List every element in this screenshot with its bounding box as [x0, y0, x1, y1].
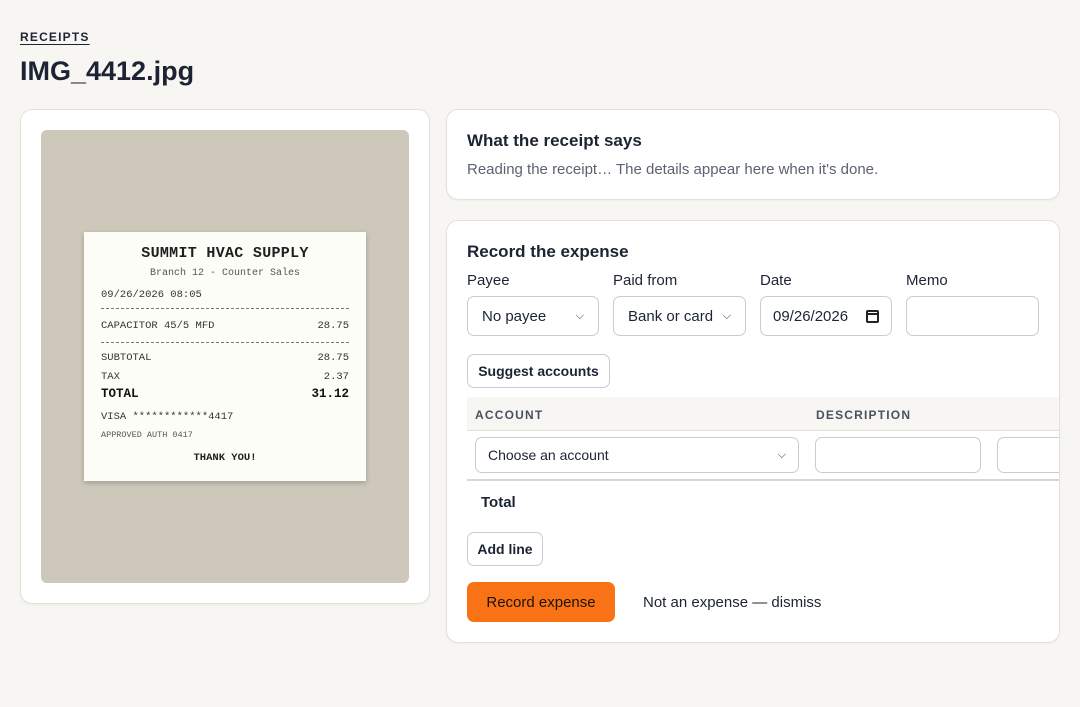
add-line-button[interactable]: Add line	[467, 532, 543, 566]
payee-label: Payee	[467, 272, 510, 289]
date-label: Date	[760, 272, 792, 289]
receipt-subtotal-label: SUBTOTAL	[101, 352, 152, 364]
dismiss-link[interactable]: Not an expense — dismiss	[643, 594, 821, 611]
column-header-description: DESCRIPTION	[816, 408, 912, 422]
breadcrumb[interactable]: RECEIPTS	[20, 30, 90, 44]
receipt-datetime: 09/26/2026 08:05	[101, 289, 202, 301]
chevron-down-icon: ⌵	[777, 448, 786, 461]
receipt-store-name: SUMMIT HVAC SUPPLY	[141, 245, 309, 262]
summary-status: Reading the receipt… The details appear …	[467, 161, 879, 178]
receipt-card: VISA ************4417	[101, 411, 234, 423]
receipt-total-label: TOTAL	[101, 387, 139, 401]
receipt-tax-row: TAX 2.37	[101, 371, 349, 383]
receipt-tax-amount: 2.37	[323, 371, 349, 383]
receipt-paper: SUMMIT HVAC SUPPLY Branch 12 - Counter S…	[84, 232, 366, 481]
chevron-down-icon: ⌵	[722, 309, 731, 322]
receipt-datetime-row: 09/26/2026 08:05	[101, 289, 349, 301]
receipt-image: SUMMIT HVAC SUPPLY Branch 12 - Counter S…	[41, 130, 409, 583]
record-expense-card: Record the expense Payee Paid from Date …	[446, 220, 1060, 643]
receipt-branch: Branch 12 - Counter Sales	[149, 268, 301, 279]
account-select-value: Choose an account	[488, 447, 609, 463]
receipt-divider	[101, 308, 349, 309]
summary-heading: What the receipt says	[467, 131, 642, 150]
paid-from-select[interactable]: Bank or card ⌵	[613, 296, 746, 336]
receipt-total-amount: 31.12	[311, 387, 349, 401]
payee-select-value: No payee	[482, 307, 547, 325]
amount-input[interactable]	[997, 437, 1059, 473]
page-title: IMG_4412.jpg	[20, 56, 195, 86]
record-expense-button[interactable]: Record expense	[467, 582, 615, 622]
table-divider	[467, 479, 1059, 481]
receipt-image-card: SUMMIT HVAC SUPPLY Branch 12 - Counter S…	[20, 109, 430, 604]
column-header-account: ACCOUNT	[475, 408, 544, 422]
receipt-total-row: TOTAL 31.12	[101, 387, 349, 401]
suggest-accounts-button[interactable]: Suggest accounts	[467, 354, 610, 388]
memo-input[interactable]	[906, 296, 1039, 336]
receipt-card-row: VISA ************4417	[101, 411, 349, 423]
calendar-icon[interactable]	[866, 309, 879, 323]
receipt-divider	[101, 342, 349, 343]
lines-table-header: ACCOUNT DESCRIPTION	[467, 397, 1059, 431]
form-heading: Record the expense	[467, 242, 629, 261]
description-input[interactable]	[815, 437, 981, 473]
chevron-down-icon: ⌵	[575, 309, 584, 322]
paid-from-label: Paid from	[613, 272, 678, 289]
receipt-item-amount: 28.75	[317, 320, 349, 332]
receipt-item-name: CAPACITOR 45/5 MFD	[101, 320, 215, 332]
date-input-value: 09/26/2026	[773, 307, 849, 325]
date-input[interactable]: 09/26/2026	[760, 296, 892, 336]
memo-label: Memo	[906, 272, 948, 289]
receipt-item-row: CAPACITOR 45/5 MFD 28.75	[101, 320, 349, 332]
receipt-tax-label: TAX	[101, 371, 120, 383]
receipt-summary-card: What the receipt says Reading the receip…	[446, 109, 1060, 200]
paid-from-select-value: Bank or card	[628, 307, 714, 325]
receipt-subtotal-amount: 28.75	[317, 352, 349, 364]
account-select[interactable]: Choose an account ⌵	[475, 437, 799, 473]
lines-total-label: Total	[481, 494, 516, 511]
receipt-approval-row: APPROVED AUTH 0417	[101, 430, 349, 440]
receipt-subtotal-row: SUBTOTAL 28.75	[101, 352, 349, 364]
receipt-thanks: THANK YOU!	[193, 452, 257, 464]
receipt-approval: APPROVED AUTH 0417	[101, 430, 193, 440]
payee-select[interactable]: No payee ⌵	[467, 296, 599, 336]
